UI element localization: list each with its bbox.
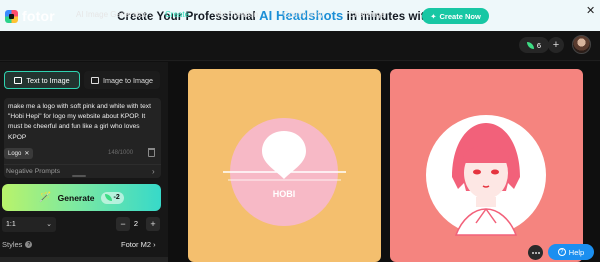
styles-label: Styles xyxy=(2,240,23,249)
close-icon[interactable]: ✕ xyxy=(24,150,29,157)
dot xyxy=(534,251,537,254)
nav-community[interactable]: Community xyxy=(283,10,323,19)
dot xyxy=(537,251,540,254)
credit-cost-badge: -2 xyxy=(100,191,124,204)
dot xyxy=(531,251,534,254)
create-now-label: Create Now xyxy=(439,11,481,21)
add-credits-button[interactable]: + xyxy=(548,37,564,53)
nav-create[interactable]: Create xyxy=(165,10,189,19)
question-icon[interactable]: ? xyxy=(25,241,33,248)
aspect-ratio-select[interactable]: 1:1 ⌄ xyxy=(2,217,56,232)
logo-icon xyxy=(5,9,18,23)
nav-ai-image-generator[interactable]: AI Image Generator ⌄ xyxy=(76,10,155,19)
text-image-icon xyxy=(14,76,23,84)
girl-illustration xyxy=(426,115,546,236)
close-icon[interactable]: ✕ xyxy=(586,4,595,17)
fotor-logo[interactable]: fotor xyxy=(5,8,55,24)
styles-heading: Styles ? xyxy=(2,240,33,249)
style-thumbnails-strip xyxy=(0,257,168,262)
credit-cost: -2 xyxy=(113,194,120,201)
negative-prompts-label: Negative Prompts xyxy=(6,168,61,175)
increase-count-button[interactable]: + xyxy=(146,217,160,231)
char-counter: 148/1000 xyxy=(108,150,134,156)
leaf-icon xyxy=(104,194,112,201)
chevron-down-icon: ⌄ xyxy=(149,12,156,19)
model-label: Fotor M2 xyxy=(121,240,152,249)
plus-icon: + xyxy=(552,39,560,51)
generate-label: Generate xyxy=(57,192,95,203)
ratio-value: 1:1 xyxy=(6,221,16,228)
trash-icon[interactable] xyxy=(148,148,155,157)
chevron-down-icon: ⌄ xyxy=(46,221,52,228)
resize-handle[interactable] xyxy=(72,175,86,177)
image-count: 2 xyxy=(133,219,139,228)
top-nav xyxy=(0,31,600,61)
prompt-tag[interactable]: Logo ✕ xyxy=(4,148,34,159)
help-icon: ? xyxy=(557,248,566,256)
image-icon xyxy=(91,76,100,84)
generate-button[interactable]: 🪄 Generate -2 xyxy=(2,184,161,211)
tab-image-to-image[interactable]: Image to Image xyxy=(84,71,160,89)
logo-illustration: HOBI xyxy=(223,118,346,226)
sparkle-icon: ✦ xyxy=(430,11,437,21)
more-options-button[interactable] xyxy=(528,245,543,260)
nav-label: AI Image Generator xyxy=(76,10,147,19)
model-select[interactable]: Fotor M2 › xyxy=(121,240,156,249)
nav-challenge[interactable]: Challenge xyxy=(349,10,385,19)
chevron-right-icon: › xyxy=(152,167,155,176)
help-label: Help xyxy=(568,247,585,257)
logo-text: HOBI xyxy=(273,189,296,199)
magic-wand-icon: 🪄 xyxy=(39,192,52,203)
logo-text: fotor xyxy=(22,8,55,24)
tag-label: Logo xyxy=(8,150,22,157)
result-image[interactable]: HOBI xyxy=(188,69,381,262)
result-image[interactable] xyxy=(390,69,583,262)
credits-badge[interactable]: 6 xyxy=(519,37,549,53)
prompt-text[interactable]: make me a logo with soft pink and white … xyxy=(8,102,158,143)
help-button[interactable]: ? Help xyxy=(548,244,594,260)
leaf-icon xyxy=(526,41,534,49)
credits-count: 6 xyxy=(536,40,542,50)
create-now-button[interactable]: ✦ Create Now xyxy=(422,8,489,24)
tab-label: Text to Image xyxy=(26,75,70,85)
nav-my-creation[interactable]: My Creation xyxy=(215,10,258,19)
avatar[interactable] xyxy=(572,35,591,54)
tab-text-to-image[interactable]: Text to Image xyxy=(4,71,80,89)
decrease-count-button[interactable]: − xyxy=(116,217,130,231)
tab-label: Image to Image xyxy=(103,75,153,85)
chevron-right-icon: › xyxy=(153,240,156,249)
